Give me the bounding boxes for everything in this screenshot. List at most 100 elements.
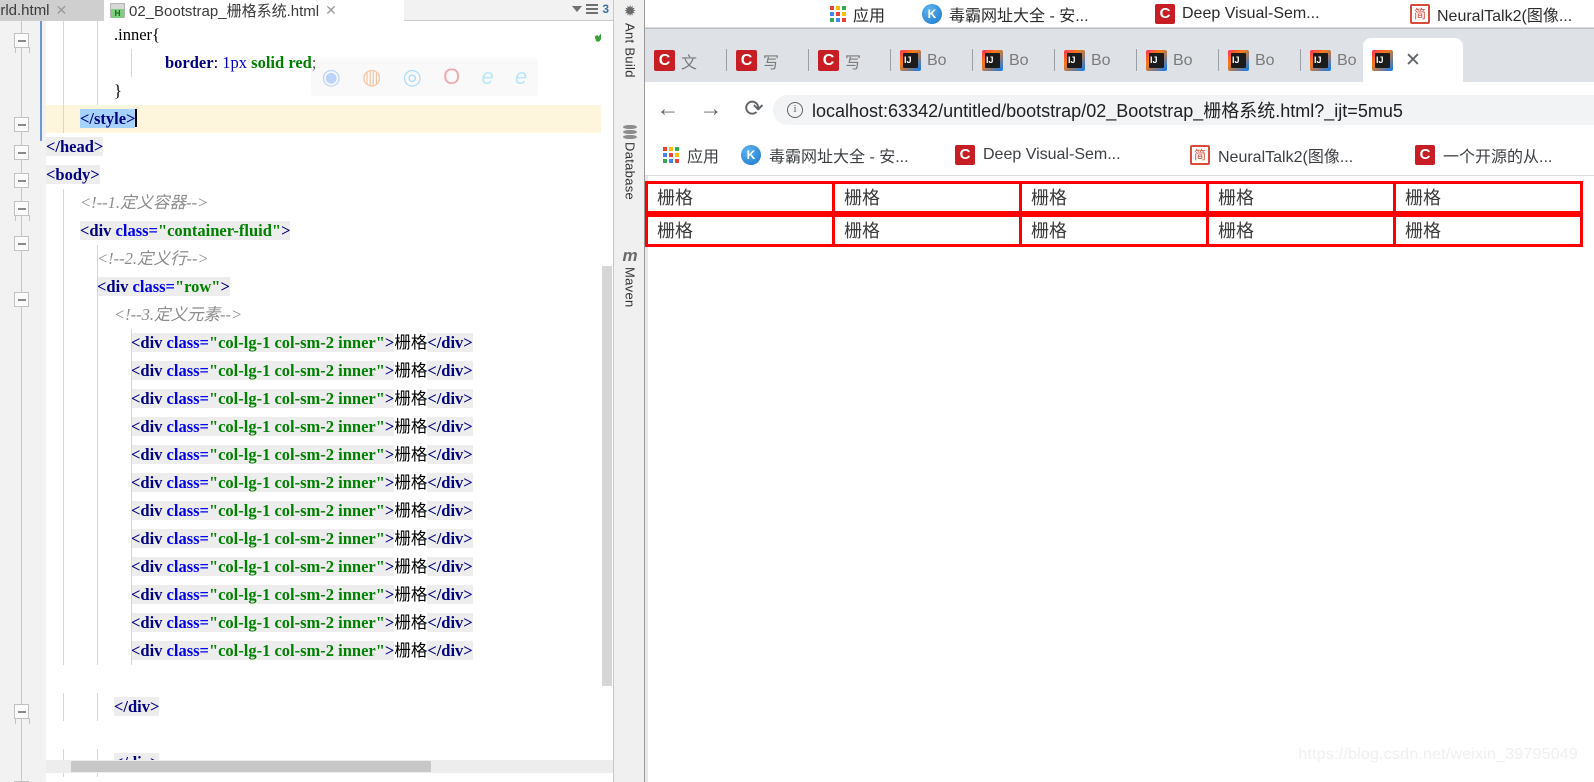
code-line[interactable]: <div class="col-lg-1 col-sm-2 inner">栅格<… — [46, 637, 613, 665]
bookmark-item[interactable]: 应用 — [830, 0, 885, 28]
reload-button[interactable]: ⟳ — [740, 94, 768, 122]
code-line[interactable]: <div class="col-lg-1 col-sm-2 inner">栅格<… — [46, 413, 613, 441]
fold-handle[interactable] — [14, 704, 30, 724]
code-line[interactable]: <div class="col-lg-1 col-sm-2 inner">栅格<… — [46, 357, 613, 385]
bookmark-item[interactable]: C 一个开源的从... — [1415, 134, 1552, 176]
kingsoft-icon: K — [922, 4, 942, 24]
bookmark-item[interactable]: 简 NeuralTalk2(图像... — [1190, 134, 1353, 176]
code-line[interactable]: <div class="col-lg-1 col-sm-2 inner">栅格<… — [46, 525, 613, 553]
rendered-page: 栅格 栅格 栅格 栅格 栅格 栅格 栅格 栅格 栅格 栅格 https://blog.csdn.… — [645, 176, 1594, 782]
back-button[interactable]: ← — [654, 94, 682, 122]
code-line[interactable]: <!--3.定义元素--> — [46, 301, 613, 329]
csdn-icon: C — [818, 50, 839, 71]
code-line[interactable]: <!--1.定义容器--> — [46, 189, 613, 217]
address-bar[interactable]: i localhost:63342/untitled/bootstrap/02_… — [773, 95, 1594, 125]
code-line[interactable]: </style> — [46, 105, 613, 133]
ide-right-tool-strip: ✹ Ant Build Database m Maven — [613, 0, 645, 782]
fold-handle[interactable] — [14, 292, 29, 307]
edge-icon[interactable]: e — [515, 66, 527, 88]
tool-window-database[interactable]: Database — [614, 125, 645, 200]
fold-handle[interactable] — [14, 145, 29, 160]
tool-window-maven[interactable]: m Maven — [614, 247, 645, 308]
browser-tab[interactable]: ✕ — [1363, 38, 1463, 83]
browser-tab[interactable]: Bo — [891, 38, 973, 83]
html-file-icon — [110, 2, 125, 18]
code-line[interactable]: <!--2.定义行--> — [46, 245, 613, 273]
tool-window-ant-build[interactable]: ✹ Ant Build — [614, 4, 645, 78]
code-token-tag: > — [384, 585, 395, 604]
code-line[interactable] — [46, 721, 613, 749]
code-line[interactable]: <div class="col-lg-1 col-sm-2 inner">栅格<… — [46, 329, 613, 357]
ant-icon: ✹ — [623, 3, 637, 20]
ide-tab-bootstrap-grid[interactable]: 02_Bootstrap_栅格系统.html ✕ — [104, 0, 404, 21]
forward-button[interactable]: → — [697, 94, 725, 122]
code-line[interactable]: <div class="col-lg-1 col-sm-2 inner">栅格<… — [46, 441, 613, 469]
code-token-tag: </div> — [427, 613, 473, 632]
indent-guide — [63, 301, 64, 329]
ide-tab-controls: 3 — [572, 2, 609, 16]
browser-tab[interactable]: C文 — [645, 38, 727, 83]
firefox-icon[interactable]: ◍ — [362, 66, 381, 88]
browser-tab[interactable]: Bo — [1219, 38, 1301, 83]
site-info-icon[interactable]: i — [787, 102, 803, 118]
chrome-icon[interactable]: ◉ — [322, 66, 341, 88]
fold-handle[interactable] — [14, 117, 29, 132]
browser-tab[interactable]: Bo — [1137, 38, 1219, 83]
editor-gutter[interactable] — [0, 21, 46, 782]
fold-handle[interactable] — [14, 236, 29, 251]
csdn-icon: C — [1415, 145, 1435, 165]
browser-tab[interactable]: Bo — [1055, 38, 1137, 83]
code-line[interactable]: <div class="container-fluid"> — [46, 217, 613, 245]
bookmark-item[interactable]: 简 NeuralTalk2(图像... — [1410, 0, 1572, 28]
close-icon[interactable]: ✕ — [1405, 51, 1421, 70]
tab-list-icon[interactable] — [586, 4, 599, 14]
bookmark-item[interactable]: K 毒霸网址大全 - 安... — [922, 0, 1089, 28]
browser-tab[interactable]: C写 — [727, 38, 809, 83]
close-icon[interactable]: ✕ — [56, 2, 68, 19]
code-line[interactable]: <div class="col-lg-1 col-sm-2 inner">栅格<… — [46, 469, 613, 497]
indent-guide — [63, 385, 64, 413]
bookmark-item[interactable]: K 毒霸网址大全 - 安... — [741, 134, 909, 176]
intellij-icon — [1310, 50, 1331, 71]
code-line[interactable]: </head> — [46, 133, 613, 161]
grid-cell: 栅格 — [832, 214, 1022, 247]
code-line[interactable]: <div class="col-lg-1 col-sm-2 inner">栅格<… — [46, 553, 613, 581]
code-line[interactable]: <div class="col-lg-1 col-sm-2 inner">栅格<… — [46, 609, 613, 637]
browser-tab[interactable]: Bo — [973, 38, 1055, 83]
bookmark-label: Deep Visual-Sem... — [983, 146, 1121, 163]
intellij-icon — [1372, 50, 1393, 71]
code-line[interactable]: <div class="row"> — [46, 273, 613, 301]
code-line[interactable] — [46, 665, 613, 693]
indent-guide — [63, 245, 64, 273]
grid-cell: 栅格 — [1019, 214, 1209, 247]
editor-horizontal-scroll-thumb[interactable] — [71, 761, 431, 772]
chevron-down-icon[interactable] — [572, 6, 583, 12]
opera-icon[interactable]: O — [443, 66, 460, 88]
indent-guide — [97, 245, 98, 273]
code-token-tag: > — [384, 333, 395, 352]
close-icon[interactable]: ✕ — [325, 2, 337, 19]
bookmark-item[interactable]: C Deep Visual-Sem... — [1155, 0, 1320, 28]
code-editor[interactable]: .inner{border: 1px solid red;} </style> </… — [46, 21, 613, 782]
fold-handle[interactable] — [14, 33, 30, 53]
indent-guide — [97, 357, 98, 385]
bookmark-item[interactable]: 应用 — [663, 134, 719, 176]
bookmark-item[interactable]: C Deep Visual-Sem... — [955, 134, 1121, 176]
fold-handle[interactable] — [14, 201, 30, 221]
code-line[interactable]: </div> — [46, 693, 613, 721]
code-line[interactable]: <div class="col-lg-1 col-sm-2 inner">栅格<… — [46, 497, 613, 525]
code-line[interactable]: <div class="col-lg-1 col-sm-2 inner">栅格<… — [46, 581, 613, 609]
code-line[interactable]: <body> — [46, 161, 613, 189]
browser-preview-popup[interactable]: ◉ ◍ ◎ O e e — [311, 58, 538, 96]
code-token-attr: class= — [166, 445, 209, 464]
code-line[interactable]: <div class="col-lg-1 col-sm-2 inner">栅格<… — [46, 385, 613, 413]
safari-icon[interactable]: ◎ — [403, 66, 422, 88]
fold-handle[interactable] — [14, 173, 29, 188]
ie-icon[interactable]: e — [482, 66, 494, 88]
editor-vertical-scroll-thumb[interactable] — [602, 266, 612, 686]
code-token-tag: > — [384, 529, 395, 548]
code-line[interactable]: .inner{ — [46, 21, 613, 49]
browser-tab[interactable]: C写 — [809, 38, 891, 83]
code-token: { — [152, 25, 160, 44]
ide-tab-helloworld[interactable]: orld.html ✕ — [0, 0, 104, 21]
